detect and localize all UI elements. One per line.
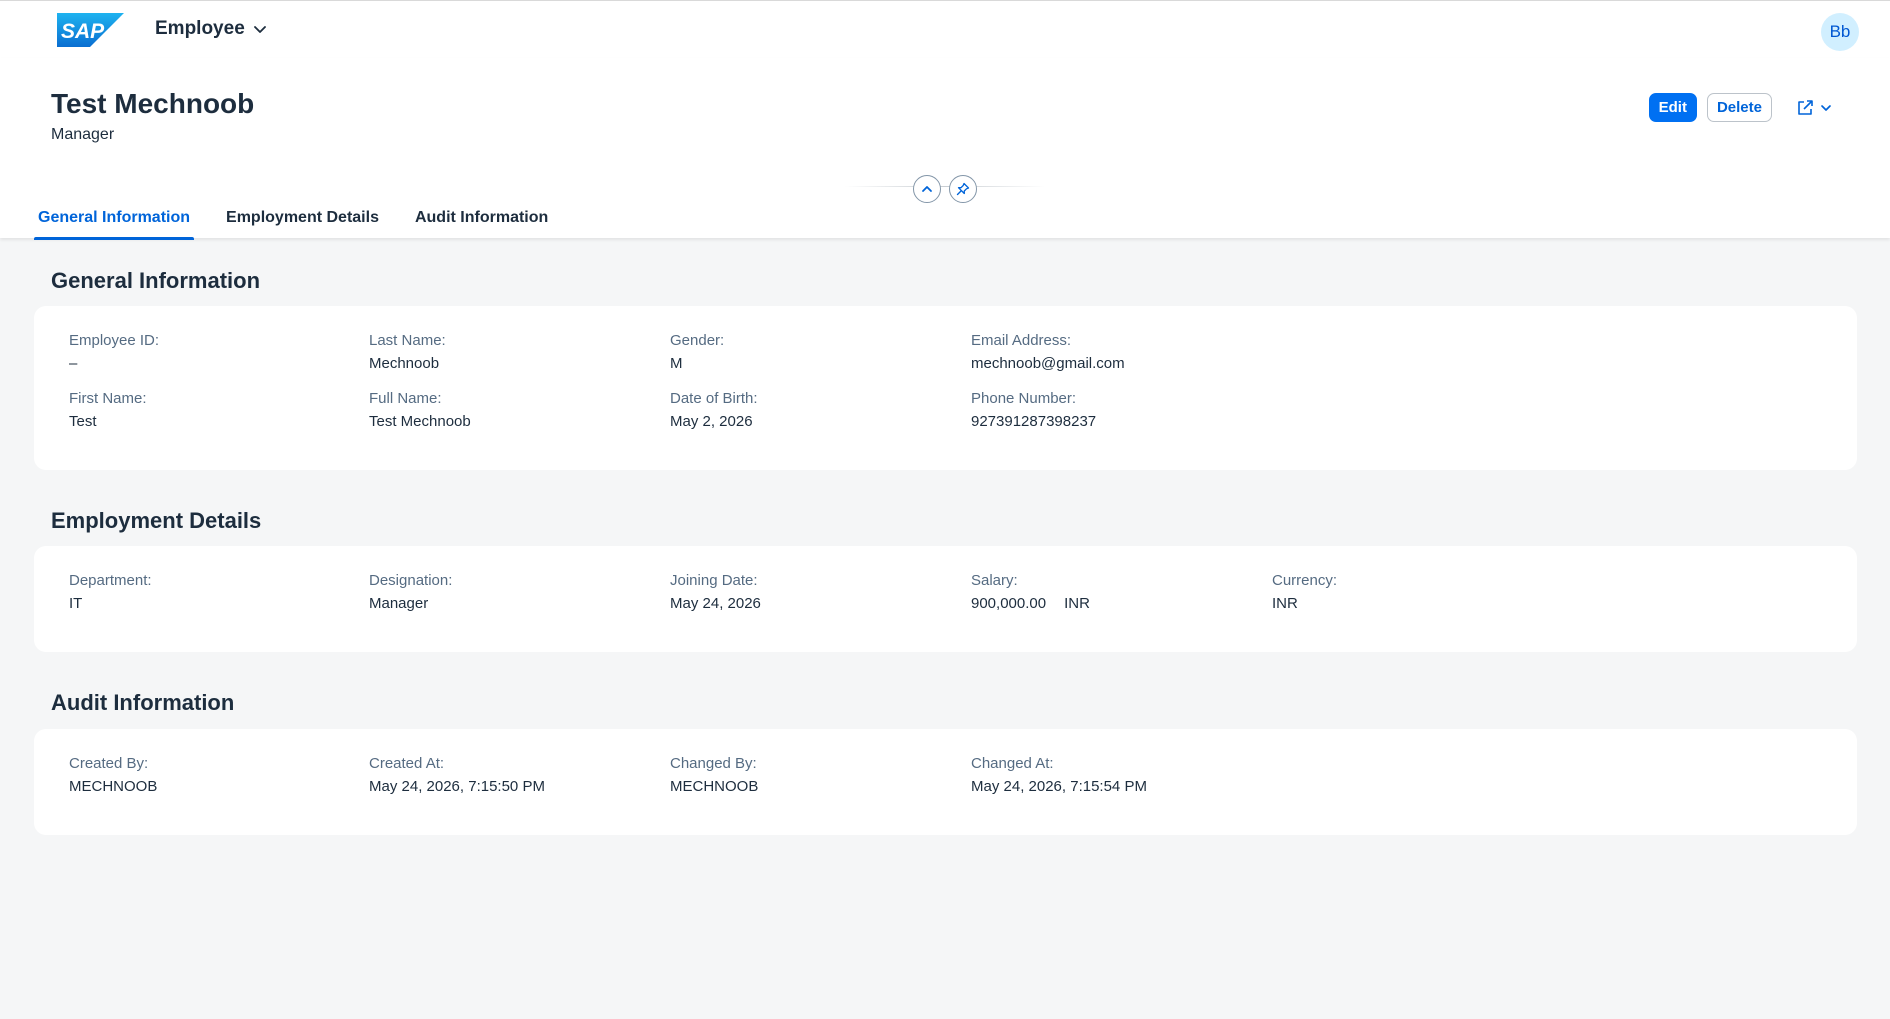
field-value: Test Mechnoob — [369, 413, 471, 430]
pin-icon — [956, 182, 970, 196]
field-value: 927391287398237 — [971, 413, 1097, 430]
app-title-menu[interactable]: Employee — [155, 18, 267, 40]
field-joining-date: Joining Date: May 24, 2026 — [670, 572, 950, 613]
delete-button[interactable]: Delete — [1706, 93, 1772, 122]
field-value: MECHNOOB — [670, 778, 759, 795]
field-date-of-birth: Date of Birth: May 2, 2026 — [670, 390, 950, 431]
anchor-bar: General Information Employment Details A… — [34, 198, 580, 240]
field-changed-by: Changed By: MECHNOOB — [670, 755, 950, 796]
field-label: Gender: — [670, 332, 725, 349]
collapse-header-button[interactable] — [913, 175, 941, 203]
section-title-employment: Employment Details — [51, 508, 262, 533]
field-gender: Gender: M — [670, 332, 950, 373]
page-subtitle: Manager — [51, 126, 115, 143]
header-actions: Edit Delete — [1648, 93, 1838, 122]
field-value: May 24, 2026 — [670, 595, 761, 612]
audit-information-card: Created By: MECHNOOB Created At: May 24,… — [34, 729, 1857, 835]
field-value: IT — [69, 595, 83, 612]
field-label: First Name: — [69, 390, 147, 407]
section-title-audit: Audit Information — [51, 690, 235, 715]
app-title: Employee — [155, 18, 245, 39]
field-employee-id: Employee ID: – — [69, 332, 349, 373]
field-label: Changed At: — [971, 755, 1054, 772]
share-icon — [1798, 99, 1813, 115]
field-email-address: Email Address: mechnoob@gmail.com — [971, 332, 1251, 373]
object-header: Test Mechnoob Manager Edit Delete Genera… — [0, 58, 1890, 240]
pin-header-button[interactable] — [949, 175, 977, 203]
field-label: Email Address: — [971, 332, 1072, 349]
field-value: – — [69, 355, 78, 372]
share-menu-button[interactable] — [1790, 93, 1838, 122]
field-label: Designation: — [369, 572, 453, 589]
avatar-initials: Bb — [1829, 22, 1851, 41]
field-label: Employee ID: — [69, 332, 160, 349]
tab-audit-information[interactable]: Audit Information — [411, 198, 552, 238]
field-value: May 24, 2026, 7:15:50 PM — [369, 778, 545, 795]
field-value: mechnoob@gmail.com — [971, 355, 1125, 372]
field-value: Test — [69, 413, 97, 430]
field-label: Currency: — [1272, 572, 1338, 589]
header-divider — [845, 186, 1045, 187]
field-department: Department: IT — [69, 572, 349, 613]
field-phone-number: Phone Number: 927391287398237 — [971, 390, 1251, 431]
field-label: Full Name: — [369, 390, 442, 407]
employment-details-card: Department: IT Designation: Manager Join… — [34, 546, 1857, 652]
field-designation: Designation: Manager — [369, 572, 649, 613]
shell-bar: SAP Employee Bb — [0, 0, 1890, 58]
chevron-down-icon — [253, 26, 266, 33]
salary-unit: INR — [1064, 595, 1090, 612]
field-value: Manager — [369, 595, 429, 612]
field-full-name: Full Name: Test Mechnoob — [369, 390, 649, 431]
sap-logo[interactable]: SAP — [57, 13, 124, 47]
chevron-down-icon — [1821, 104, 1831, 111]
field-label: Created At: — [369, 755, 445, 772]
user-avatar[interactable]: Bb — [1821, 13, 1859, 51]
field-label: Department: — [69, 572, 152, 589]
field-created-at: Created At: May 24, 2026, 7:15:50 PM — [369, 755, 649, 796]
field-value: Mechnoob — [369, 355, 440, 372]
field-label: Joining Date: — [670, 572, 758, 589]
field-value: May 24, 2026, 7:15:54 PM — [971, 778, 1147, 795]
field-value: 900,000.00 INR — [971, 595, 1251, 613]
field-label: Phone Number: — [971, 390, 1077, 407]
tab-general-information[interactable]: General Information — [34, 198, 195, 240]
field-label: Date of Birth: — [670, 390, 758, 407]
field-value: MECHNOOB — [69, 778, 158, 795]
sap-logo-text: SAP — [61, 20, 105, 43]
field-value: M — [670, 355, 683, 372]
field-label: Changed By: — [670, 755, 757, 772]
general-information-card: Employee ID: – Last Name: Mechnoob Gende… — [34, 306, 1857, 470]
field-label: Last Name: — [369, 332, 446, 349]
field-label: Salary: — [971, 572, 1018, 589]
page-title: Test Mechnoob — [51, 88, 255, 119]
salary-amount: 900,000.00 — [971, 595, 1047, 612]
field-last-name: Last Name: Mechnoob — [369, 332, 649, 373]
section-title-general: General Information — [51, 268, 261, 293]
field-value: INR — [1272, 595, 1298, 612]
field-first-name: First Name: Test — [69, 390, 349, 431]
field-currency: Currency: INR — [1272, 572, 1552, 613]
chevron-up-icon — [922, 186, 932, 192]
edit-button[interactable]: Edit — [1648, 93, 1697, 122]
field-created-by: Created By: MECHNOOB — [69, 755, 349, 796]
field-salary: Salary: 900,000.00 INR — [971, 572, 1251, 613]
field-value: May 2, 2026 — [670, 413, 753, 430]
tab-employment-details[interactable]: Employment Details — [222, 198, 383, 238]
field-changed-at: Changed At: May 24, 2026, 7:15:54 PM — [971, 755, 1251, 796]
field-label: Created By: — [69, 755, 149, 772]
